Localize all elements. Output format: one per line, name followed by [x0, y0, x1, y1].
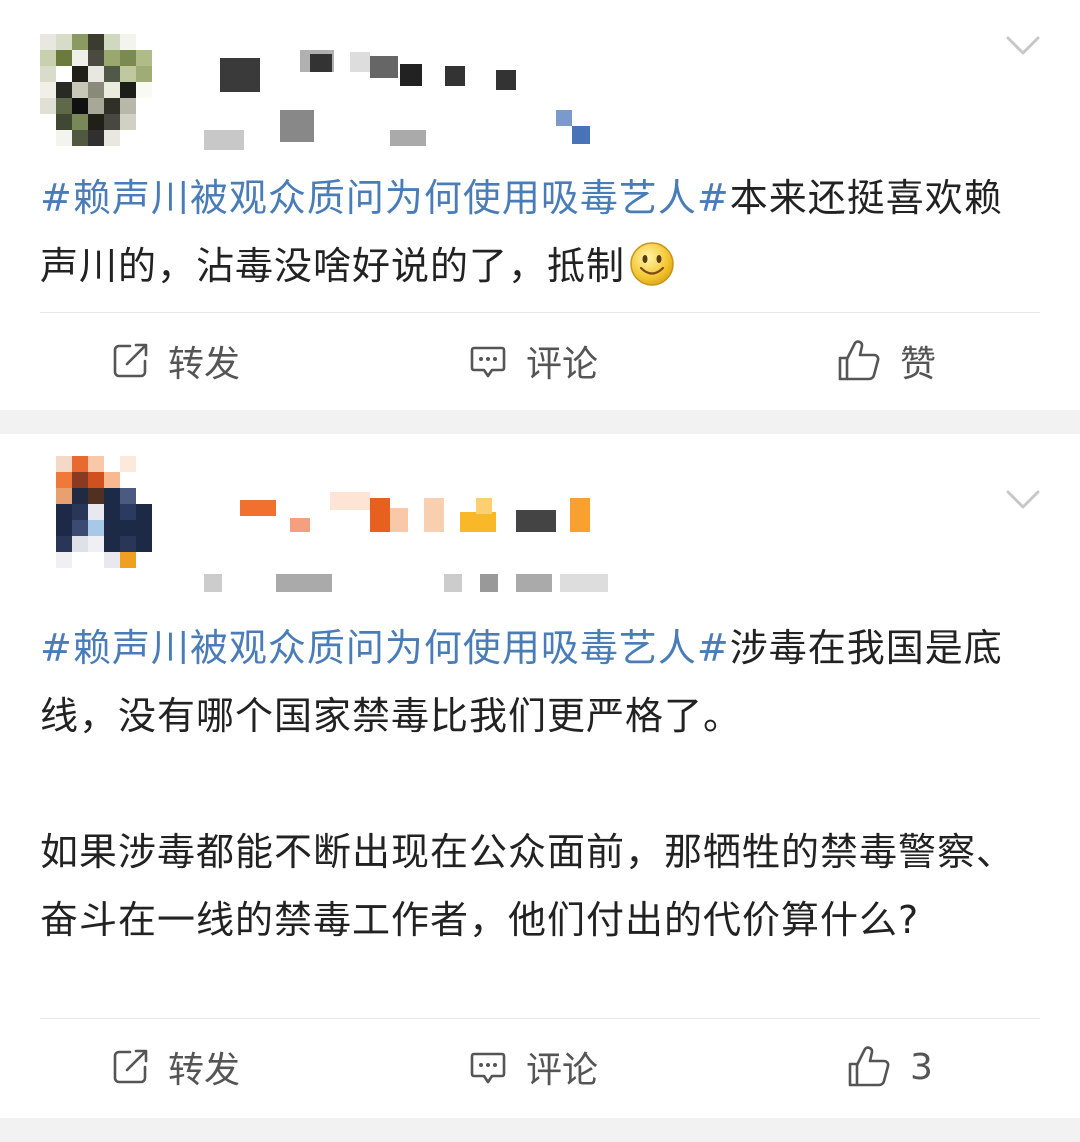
avatar[interactable] [40, 34, 168, 146]
smile-emoji [630, 242, 674, 286]
repost-label: 转发 [168, 1050, 241, 1091]
repost-label: 转发 [168, 344, 241, 385]
hashtag-link[interactable]: #赖声川被观众质问为何使用吸毒艺人# [40, 626, 730, 670]
repost-icon [113, 1049, 148, 1084]
thumbs-up-icon [848, 1046, 890, 1087]
action-bar: 转发 评论 3 [0, 1019, 1080, 1115]
comment-label: 评论 [526, 344, 599, 385]
comment-icon [470, 1052, 506, 1084]
post-paragraph: 如果涉毒都能不断出现在公众面前，那牺牲的禁毒警察、奋斗在一线的禁毒工作者，他们付… [40, 830, 1016, 942]
repost-button[interactable]: 转发 [110, 313, 240, 409]
comment-label: 评论 [526, 1050, 599, 1091]
repost-icon [113, 343, 148, 378]
comment-button[interactable]: 评论 [468, 313, 598, 409]
post-paragraph: #赖声川被观众质问为何使用吸毒艺人#涉毒在我国是底线，没有哪个国家禁毒比我们更严… [40, 614, 1040, 750]
like-label: 赞 [900, 344, 937, 385]
post-text: #赖声川被观众质问为何使用吸毒艺人#本来还挺喜欢赖声川的，沾毒没啥好说的了，抵制 [40, 164, 1040, 300]
like-count: 3 [910, 1046, 933, 1088]
like-button[interactable]: 赞 [836, 313, 936, 409]
chevron-down-icon[interactable] [1006, 490, 1040, 510]
post-card: #赖声川被观众质问为何使用吸毒艺人#涉毒在我国是底线，没有哪个国家禁毒比我们更严… [0, 434, 1080, 1118]
comment-icon [470, 346, 506, 378]
action-bar: 转发 评论 赞 [0, 313, 1080, 409]
comment-button[interactable]: 评论 [468, 1019, 598, 1115]
post-card: #赖声川被观众质问为何使用吸毒艺人#本来还挺喜欢赖声川的，沾毒没啥好说的了，抵制… [0, 0, 1080, 410]
repost-button[interactable]: 转发 [110, 1019, 240, 1115]
thumbs-up-icon [838, 340, 880, 381]
avatar[interactable] [40, 456, 168, 568]
chevron-down-icon[interactable] [1006, 36, 1040, 56]
like-button[interactable]: 3 [846, 1019, 933, 1115]
post-text: #赖声川被观众质问为何使用吸毒艺人#涉毒在我国是底线，没有哪个国家禁毒比我们更严… [40, 614, 1040, 954]
hashtag-link[interactable]: #赖声川被观众质问为何使用吸毒艺人# [40, 176, 730, 220]
